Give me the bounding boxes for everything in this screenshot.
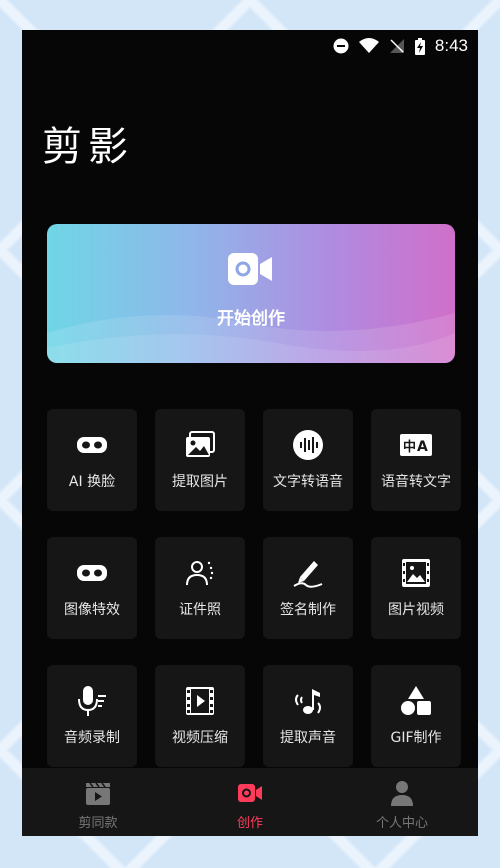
bottom-nav: 剪同款 创作 个人中心 — [22, 768, 478, 836]
tool-text-to-speech[interactable]: 文字转语音 — [263, 409, 353, 511]
tool-label: GIF制作 — [390, 730, 442, 746]
video-camera-icon — [228, 253, 272, 285]
mask-icon — [77, 565, 107, 581]
tool-label: AI 换脸 — [68, 474, 116, 490]
tool-extract-sound[interactable]: 提取声音 — [263, 665, 353, 767]
do-not-disturb-icon — [333, 38, 349, 54]
person-icon — [391, 781, 413, 806]
tool-label: 提取声音 — [280, 730, 336, 746]
tool-label: 文字转语音 — [273, 474, 343, 490]
tool-signature[interactable]: 签名制作 — [263, 537, 353, 639]
audio-wave-icon — [293, 430, 323, 460]
app-title: 剪影 — [42, 124, 134, 170]
tool-extract-images[interactable]: 提取图片 — [155, 409, 245, 511]
tool-label: 视频压缩 — [172, 730, 228, 746]
tool-label: 签名制作 — [280, 602, 336, 618]
translate-text-icon: 中 A — [400, 434, 432, 456]
wifi-icon — [358, 38, 379, 53]
music-note-icon — [295, 689, 321, 714]
video-camera-icon — [238, 784, 262, 802]
signature-pen-icon — [293, 561, 323, 588]
tool-image-effects[interactable]: 图像特效 — [47, 537, 137, 639]
tool-id-photo[interactable]: 证件照 — [155, 537, 245, 639]
nav-label: 剪同款 — [78, 816, 118, 831]
tool-video-compression[interactable]: 视频压缩 — [155, 665, 245, 767]
nav-profile[interactable]: 个人中心 — [326, 768, 478, 836]
tool-label: 图片视频 — [388, 602, 444, 618]
start-creation-button[interactable]: 开始创作 — [47, 224, 455, 363]
tool-label: 证件照 — [179, 602, 221, 618]
no-signal-icon — [389, 39, 404, 53]
video-film-icon — [186, 687, 214, 715]
nav-create[interactable]: 创作 — [174, 768, 326, 836]
tool-ai-face-swap[interactable]: AI 换脸 — [47, 409, 137, 511]
phone-screen: 8:43 剪影 开始创作 AI 换脸 提取图片 文字转语音 中 A 语音转文字 … — [22, 30, 478, 836]
tool-label: 图像特效 — [64, 602, 120, 618]
status-bar: 8:43 — [22, 30, 478, 64]
battery-charging-icon — [414, 37, 425, 55]
tool-label: 音频录制 — [64, 730, 120, 746]
mask-icon — [77, 437, 107, 453]
status-time: 8:43 — [434, 36, 468, 55]
nav-label: 创作 — [236, 816, 263, 831]
svg-text:中: 中 — [403, 439, 416, 455]
tools-grid: AI 换脸 提取图片 文字转语音 中 A 语音转文字 图像特效 证件照 签名制作… — [47, 409, 461, 767]
clapperboard-icon — [86, 782, 110, 805]
svg-text:A: A — [417, 439, 428, 455]
tool-label: 语音转文字 — [381, 474, 451, 490]
tool-gif-maker[interactable]: GIF制作 — [371, 665, 461, 767]
tool-speech-to-text[interactable]: 中 A 语音转文字 — [371, 409, 461, 511]
shapes-icon — [401, 686, 431, 715]
microphone-icon — [78, 686, 106, 716]
images-icon — [186, 431, 215, 457]
start-creation-label: 开始创作 — [217, 309, 285, 329]
tool-audio-recording[interactable]: 音频录制 — [47, 665, 137, 767]
photo-film-icon — [402, 559, 430, 587]
tool-photo-video[interactable]: 图片视频 — [371, 537, 461, 639]
nav-label: 个人中心 — [375, 816, 428, 831]
id-photo-icon — [186, 561, 214, 586]
tool-label: 提取图片 — [172, 474, 228, 490]
nav-same-style[interactable]: 剪同款 — [22, 768, 174, 836]
